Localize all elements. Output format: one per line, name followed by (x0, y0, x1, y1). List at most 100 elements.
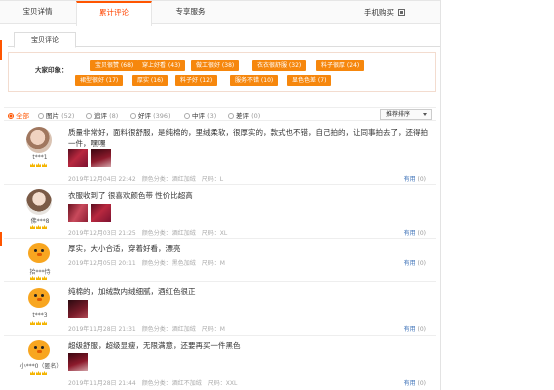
review-size: 尺码：M (201, 260, 225, 267)
review-date: 2019年12月04日 22:42 (68, 176, 136, 183)
review-text: 厚实，大小合适，穿着好看，漂亮 (68, 244, 181, 253)
sort-label: 推荐排序 (386, 111, 411, 118)
helpful-link[interactable]: 有用 (0) (404, 378, 426, 387)
avatar (26, 337, 52, 363)
filter-label: 中评 (192, 112, 205, 120)
filter-count: (8) (109, 112, 119, 120)
filter-pictures[interactable]: 图片 (52) (38, 110, 74, 120)
impression-tag[interactable]: 做工很好 (38) (191, 60, 240, 71)
filter-label: 差评 (236, 112, 249, 120)
helpful-link[interactable]: 有用 (0) (404, 228, 426, 237)
qr-code-icon (398, 8, 405, 16)
review-photo-thumbnail[interactable] (91, 149, 111, 167)
review-date: 2019年12月05日 20:11 (68, 260, 136, 267)
filter-label: 追评 (94, 112, 107, 120)
radio-unselected[interactable] (38, 113, 44, 119)
filter-label: 好评 (138, 112, 151, 120)
mobile-buy-link[interactable]: 手机购买 (364, 1, 405, 25)
sort-dropdown[interactable]: 推荐排序 (380, 109, 432, 120)
impression-tag[interactable]: 显色色差 (7) (287, 75, 332, 86)
review-photo-thumbnail[interactable] (68, 149, 88, 167)
tab-item-reviews[interactable]: 宝贝评论 (14, 32, 76, 48)
review-filter-bar: 全部 图片 (52) 追评 (8) 好评 (396) 中评 (3) 差评 (0)… (4, 107, 436, 121)
impression-tag[interactable]: 料子很厚 (24) (316, 60, 365, 71)
avatar (26, 285, 52, 311)
filter-count: (396) (153, 112, 171, 120)
review-meta: 2019年12月03日 21:25 颜色分类：酒红加绒 尺码：XL (68, 228, 233, 237)
left-accent-bar (0, 40, 2, 60)
right-divider (440, 0, 441, 390)
subtab-row: 宝贝评论 (8, 32, 440, 48)
radio-unselected[interactable] (130, 113, 136, 119)
review-photo-thumbnail[interactable] (68, 300, 88, 318)
review-photo-thumbnail[interactable] (91, 204, 111, 222)
review-color: 颜色分类：黑色加绒 (141, 260, 196, 267)
filter-count: (52) (61, 112, 75, 120)
avatar (26, 240, 52, 266)
review-text: 纯棉的，加绒款内绒细腻，酒红色很正 (68, 287, 196, 296)
review-text: 衣服收到了 很喜欢颜色带 性价比超高 (68, 191, 193, 200)
review-photo-thumbnail[interactable] (68, 353, 88, 371)
impression-tag[interactable]: 料子好 (12) (175, 75, 218, 86)
radio-unselected[interactable] (86, 113, 92, 119)
avatar (26, 127, 52, 153)
filter-label: 全部 (16, 112, 29, 120)
review-color: 颜色分类：酒红不加绒 (141, 380, 202, 387)
helpful-link[interactable]: 有用 (0) (404, 174, 426, 183)
helpful-link[interactable]: 有用 (0) (404, 258, 426, 267)
radio-unselected[interactable] (184, 113, 190, 119)
review-text: 质量非常好，面料很舒服，是纯棉的，里绒柔软，很厚实的，款式也不错，自己拍的，让同… (68, 128, 428, 148)
reviewer-level-crowns (30, 319, 54, 325)
review-color: 颜色分类：酒红加绒 (141, 326, 196, 333)
top-tab-bar: 宝贝详情 累计评论 专享服务 手机购买 (0, 0, 440, 26)
radio-unselected[interactable] (228, 113, 234, 119)
filter-neutral[interactable]: 中评 (3) (184, 110, 216, 120)
impression-tag[interactable]: 穿上好看 (43) (137, 60, 186, 71)
tab-item-detail[interactable]: 宝贝详情 (0, 1, 75, 25)
reviewer-level-crowns (30, 223, 54, 229)
review-item: 拾***恃 厚实，大小合适，穿着好看，漂亮 2019年12月05日 20:11 颜… (4, 239, 436, 282)
helpful-count: (0) (417, 326, 427, 333)
impression-tag[interactable]: 衣衣很舒服 (32) (252, 60, 307, 71)
review-photos (68, 204, 114, 222)
impression-tag[interactable]: 厚实 (16) (132, 75, 169, 86)
helpful-label: 有用 (403, 326, 416, 333)
review-photos (68, 300, 91, 318)
impression-tag[interactable]: 裙型很好 (17) (75, 75, 124, 86)
impression-tag[interactable]: 服务不错 (10) (230, 75, 279, 86)
review-date: 2019年11月28日 21:44 (68, 380, 136, 387)
reviewer-level-crowns (30, 274, 54, 280)
chevron-down-icon (423, 113, 427, 116)
review-item: t***3 纯棉的，加绒款内绒细腻，酒红色很正 2019年11月28日 21:3… (4, 282, 436, 336)
review-text: 超级舒服，超级显瘦，无限满意，还要再买一件黑色 (68, 341, 241, 350)
filter-followup[interactable]: 追评 (8) (86, 110, 118, 120)
filter-negative[interactable]: 差评 (0) (228, 110, 260, 120)
helpful-label: 有用 (403, 230, 416, 237)
helpful-label: 有用 (403, 260, 416, 267)
helpful-link[interactable]: 有用 (0) (404, 324, 426, 333)
filter-count: (3) (207, 112, 217, 120)
page: 宝贝详情 累计评论 专享服务 手机购买 宝贝评论 大家印象： 宝贝很赞 (68)… (0, 0, 554, 390)
review-photos (68, 149, 114, 167)
helpful-count: (0) (417, 380, 427, 387)
radio-selected[interactable] (8, 113, 14, 119)
review-size: 尺码：XL (201, 230, 228, 237)
filter-count: (0) (251, 112, 261, 120)
mobile-buy-label: 手机购买 (364, 8, 394, 17)
impressions-box: 大家印象： 宝贝很赞 (68) 穿上好看 (43) 做工很好 (38) 衣衣很舒… (8, 52, 436, 92)
review-item: 佛***8 衣服收到了 很喜欢颜色带 性价比超高 2019年12月03日 21:… (4, 185, 436, 239)
impression-tag[interactable]: 宝贝很赞 (68) (90, 60, 139, 71)
avatar (26, 189, 52, 215)
impressions-label: 大家印象： (35, 66, 68, 74)
helpful-count: (0) (417, 260, 427, 267)
filter-all[interactable]: 全部 (8, 110, 29, 120)
review-item: 小***0（匿名） 超级舒服，超级显瘦，无限满意，还要再买一件黑色 2019年1… (4, 336, 436, 390)
review-date: 2019年12月03日 21:25 (68, 230, 136, 237)
helpful-label: 有用 (403, 176, 416, 183)
review-meta: 2019年12月05日 20:11 颜色分类：黑色加绒 尺码：M (68, 258, 231, 267)
filter-positive[interactable]: 好评 (396) (130, 110, 171, 120)
tab-reviews[interactable]: 累计评论 (76, 1, 152, 26)
review-color: 颜色分类：酒红加绒 (141, 230, 196, 237)
tab-service[interactable]: 专享服务 (153, 1, 228, 25)
review-photo-thumbnail[interactable] (68, 204, 88, 222)
